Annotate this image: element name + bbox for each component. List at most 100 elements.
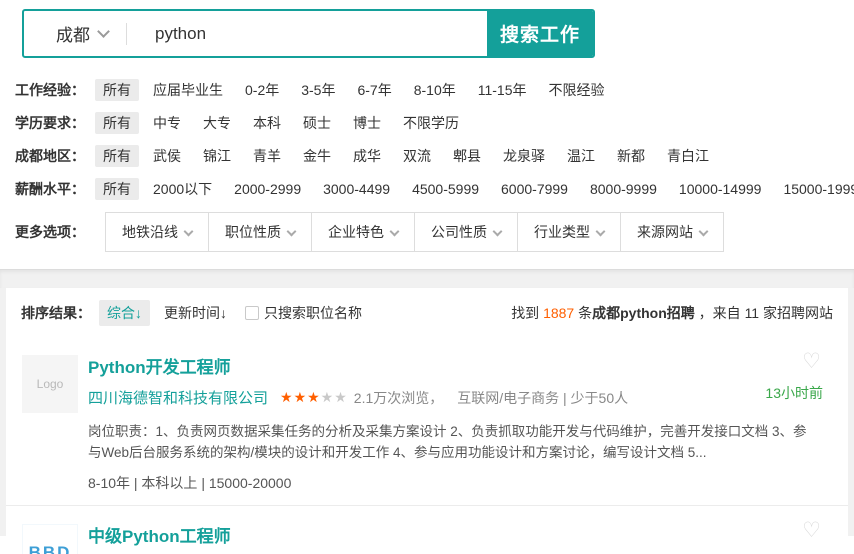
job-listing: BBD 中级Python工程师 成都数联铭品科技有限公司 ★★★★★ 1.8万次… — [6, 505, 848, 554]
summary-unit: 条 — [574, 305, 592, 321]
filter-option[interactable]: 8000-9999 — [582, 178, 665, 200]
more-options-dropdowns: 地铁沿线 职位性质 企业特色 公司性质 行业类型 来源网站 — [105, 212, 724, 252]
filter-option[interactable]: 6000-7999 — [493, 178, 576, 200]
filter-option[interactable]: 8-10年 — [406, 79, 464, 101]
company-meta: 互联网/电子商务 | 少于50人 — [457, 388, 628, 408]
filter-option[interactable]: 所有 — [95, 112, 139, 134]
job-main: Python开发工程师 四川海德智和科技有限公司 ★★★★★ 2.1万次浏览， … — [88, 350, 823, 493]
filter-option[interactable]: 不限学历 — [395, 112, 467, 134]
rating-stars-empty: ★★ — [321, 389, 348, 406]
filter-option[interactable]: 0-2年 — [237, 79, 287, 101]
favorite-heart-icon[interactable]: ♡ — [802, 520, 821, 541]
job-description: 岗位职责：1、负责网页数据采集任务的分析及采集方案设计 2、负责抓取功能开发与代… — [88, 421, 823, 463]
filter-option[interactable]: 10000-14999 — [671, 178, 770, 200]
site-count: 11 — [745, 305, 760, 321]
filter-option[interactable]: 3000-4499 — [315, 178, 398, 200]
filter-row-district: 成都地区： 所有武侯锦江青羊金牛成华双流郫县龙泉驿温江新都青白江 — [15, 146, 854, 166]
chevron-down-icon — [97, 25, 110, 38]
filter-row-salary: 薪酬水平： 所有 2000以下 2000-2999 3000-4499 4500-599… — [15, 179, 854, 199]
company-logo: Logo — [22, 355, 78, 413]
dropdown-button[interactable]: 来源网站 — [620, 213, 723, 251]
sort-label: 排序结果： — [21, 303, 91, 323]
dropdown-button[interactable]: 职位性质 — [208, 213, 311, 251]
filter-option[interactable]: 大专 — [195, 112, 239, 134]
company-row: 四川海德智和科技有限公司 ★★★★★ 2.1万次浏览， 互联网/电子商务 | 少… — [88, 387, 823, 408]
filter-label: 薪酬水平： — [15, 179, 85, 199]
filter-option[interactable]: 硕士 — [295, 112, 339, 134]
filter-options-experience: 所有应届毕业生 0-2年 3-5年 6-7年 8-10年 11-15年不限经验 — [95, 80, 619, 100]
dropdown-button[interactable]: 公司性质 — [414, 213, 517, 251]
filter-option[interactable]: 本科 — [245, 112, 289, 134]
filter-option[interactable]: 郫县 — [445, 145, 489, 167]
dropdown-button[interactable]: 行业类型 — [517, 213, 620, 251]
dropdown-button[interactable]: 企业特色 — [311, 213, 414, 251]
filter-option[interactable]: 双流 — [395, 145, 439, 167]
filter-label: 更多选项： — [15, 222, 85, 242]
filter-option[interactable]: 所有 — [95, 178, 139, 200]
rating-stars-filled: ★★★ — [280, 389, 321, 406]
filter-option[interactable]: 应届毕业生 — [145, 79, 231, 101]
chevron-down-icon — [493, 226, 503, 236]
filter-option[interactable]: 武侯 — [145, 145, 189, 167]
filter-option[interactable]: 所有 — [95, 79, 139, 101]
job-title-link[interactable]: Python开发工程师 — [88, 353, 823, 378]
favorite-heart-icon[interactable]: ♡ — [802, 351, 821, 372]
job-title-link[interactable]: 中级Python工程师 — [88, 522, 823, 547]
filter-option[interactable]: 所有 — [95, 145, 139, 167]
filter-option[interactable]: 4500-5999 — [404, 178, 487, 200]
filter-option[interactable]: 博士 — [345, 112, 389, 134]
filter-row-education: 学历要求： 所有中专大专本科硕士博士不限学历 — [15, 113, 854, 133]
filter-option[interactable]: 金牛 — [295, 145, 339, 167]
filter-label: 工作经验： — [15, 80, 85, 100]
filter-option[interactable]: 成华 — [345, 145, 389, 167]
city-selector-label: 成都 — [56, 21, 90, 46]
filter-option[interactable]: 2000以下 — [145, 178, 220, 200]
company-logo: BBD — [22, 524, 78, 554]
job-main: 中级Python工程师 成都数联铭品科技有限公司 ★★★★★ 1.8万次浏览， … — [88, 519, 823, 554]
filter-option[interactable]: 温江 — [559, 145, 603, 167]
filter-options-salary: 所有 2000以下 2000-2999 3000-4499 4500-5999 6000-… — [95, 179, 854, 199]
filter-option[interactable]: 青羊 — [245, 145, 289, 167]
filter-panel: 工作经验： 所有应届毕业生0-2年3-5年6-7年8-10年11-15年不限经验… — [0, 58, 854, 252]
filter-option[interactable]: 锦江 — [195, 145, 239, 167]
filter-row-more-options: 更多选项： 地铁沿线 职位性质 企业特色 公司性质 行业类型 来源网站 — [15, 212, 854, 252]
summary-middle: ，来自 — [695, 305, 745, 321]
dropdown-button[interactable]: 地铁沿线 — [106, 213, 208, 251]
filter-option[interactable]: 龙泉驿 — [495, 145, 553, 167]
sort-comprehensive-button[interactable]: 综合↓ — [99, 300, 150, 326]
posted-time: 13小时前 — [765, 383, 823, 403]
summary-keyword: 成都python招聘 — [592, 305, 695, 321]
sort-by-time-button[interactable]: 更新时间↓ — [164, 303, 227, 323]
filter-option[interactable]: 3-5年 — [293, 79, 343, 101]
checkbox-icon[interactable] — [245, 306, 259, 320]
results-summary: 找到 1887 条成都python招聘 ，来自 11 家招聘网站 — [511, 303, 833, 323]
company-name-link[interactable]: 四川海德智和科技有限公司 — [88, 387, 268, 408]
chevron-down-icon — [699, 226, 709, 236]
filter-option[interactable]: 6-7年 — [349, 79, 399, 101]
city-selector[interactable]: 成都 — [24, 11, 126, 56]
view-count: 2.1万次浏览， — [354, 388, 443, 408]
search-input[interactable] — [127, 11, 487, 56]
sort-bar: 排序结果： 综合↓ 更新时间↓ 只搜索职位名称 找到 1887 条成都pytho… — [6, 288, 848, 337]
chevron-down-icon — [390, 226, 400, 236]
filter-option[interactable]: 青白江 — [659, 145, 717, 167]
chevron-down-icon — [596, 226, 606, 236]
filter-option[interactable]: 15000-19999 — [775, 178, 854, 200]
chevron-down-icon — [287, 226, 297, 236]
search-button[interactable]: 搜索工作 — [487, 11, 593, 56]
job-requirements: 8-10年 | 本科以上 | 15000-20000 — [88, 473, 823, 493]
filter-option[interactable]: 不限经验 — [541, 79, 613, 101]
search-section: 成都 搜索工作 — [0, 0, 854, 58]
filter-option[interactable]: 中专 — [145, 112, 189, 134]
summary-suffix: 家招聘网站 — [759, 305, 833, 321]
checkbox-label: 只搜索职位名称 — [264, 303, 362, 323]
job-listing: Logo Python开发工程师 四川海德智和科技有限公司 ★★★★★ 2.1万… — [6, 337, 848, 505]
filter-option[interactable]: 新都 — [609, 145, 653, 167]
title-only-checkbox-wrap[interactable]: 只搜索职位名称 — [245, 303, 362, 323]
result-count: 1887 — [543, 305, 574, 321]
filter-option[interactable]: 2000-2999 — [226, 178, 309, 200]
filter-options-education: 所有中专大专本科硕士博士不限学历 — [95, 113, 473, 133]
filter-row-experience: 工作经验： 所有应届毕业生 0-2年 3-5年 6-7年 8-10年 11-15年不限经验 — [15, 80, 854, 100]
filter-option[interactable]: 11-15年 — [470, 79, 535, 101]
chevron-down-icon — [184, 226, 194, 236]
